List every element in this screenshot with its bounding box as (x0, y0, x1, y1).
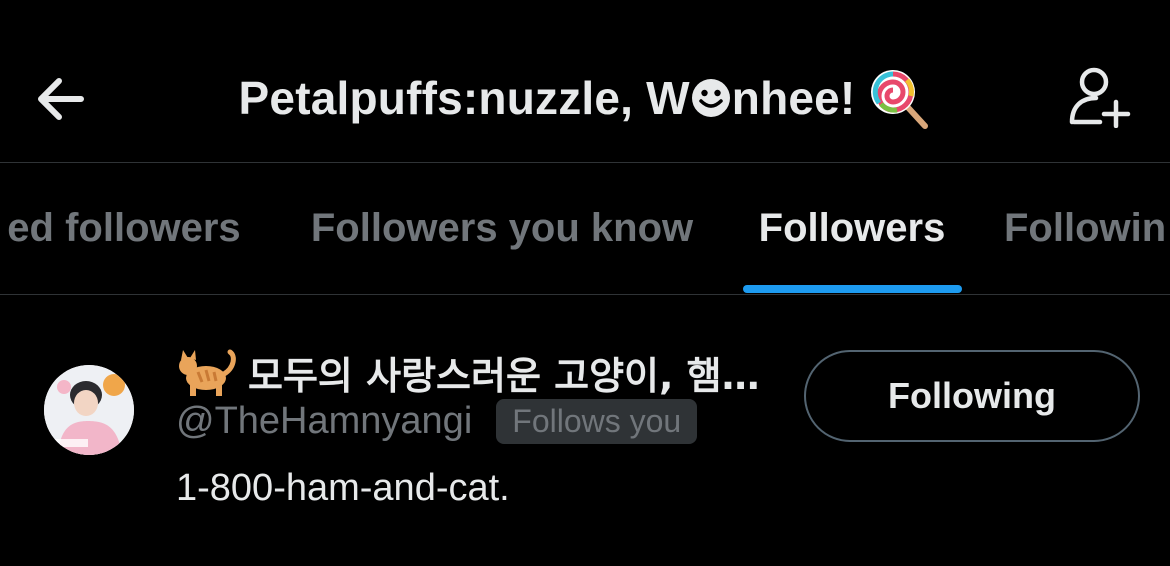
follows-you-badge: Follows you (496, 399, 698, 444)
title-text-tail: nhee! (731, 72, 856, 124)
user-bio: 1-800-ham-and-cat. (176, 467, 510, 509)
arrow-left-icon (38, 78, 84, 120)
cat-icon (179, 349, 236, 396)
active-tab-indicator (743, 285, 962, 293)
user-handle-line: @TheHamnyangi Follows you (176, 399, 698, 444)
lollipop-icon (871, 70, 929, 129)
user-cell[interactable]: 모두의 사랑스러운 고양이, 햄… @TheHamnyangi Follows … (0, 295, 1170, 566)
user-display-name: 모두의 사랑스러운 고양이, 햄… (248, 354, 760, 398)
tab-following[interactable]: Followin (1004, 163, 1170, 294)
following-button[interactable]: Following (804, 350, 1140, 442)
page-title: Petalpuffs:nuzzle, W nhee! (140, 60, 1030, 136)
tab-followers[interactable]: Followers (752, 163, 952, 294)
user-name-line[interactable]: 모두의 사랑스러운 고양이, 햄… (176, 345, 776, 400)
add-user-button[interactable] (1060, 56, 1140, 136)
avatar[interactable] (44, 365, 134, 455)
smiling-face-icon (691, 79, 730, 117)
tab-verified-followers[interactable]: ed followers (0, 163, 250, 294)
tab-bar: ed followers Followers you know Follower… (0, 163, 1170, 294)
header: Petalpuffs:nuzzle, W nhee! (0, 0, 1170, 162)
user-handle[interactable]: @TheHamnyangi (176, 400, 472, 443)
app-frame: Petalpuffs:nuzzle, W nhee! ed followers … (0, 0, 1170, 566)
tab-followers-you-know[interactable]: Followers you know (300, 163, 704, 294)
avatar-image (44, 365, 134, 455)
add-user-icon (1069, 67, 1131, 128)
back-button[interactable] (22, 62, 96, 136)
title-text: Petalpuffs:nuzzle, W (238, 72, 690, 124)
